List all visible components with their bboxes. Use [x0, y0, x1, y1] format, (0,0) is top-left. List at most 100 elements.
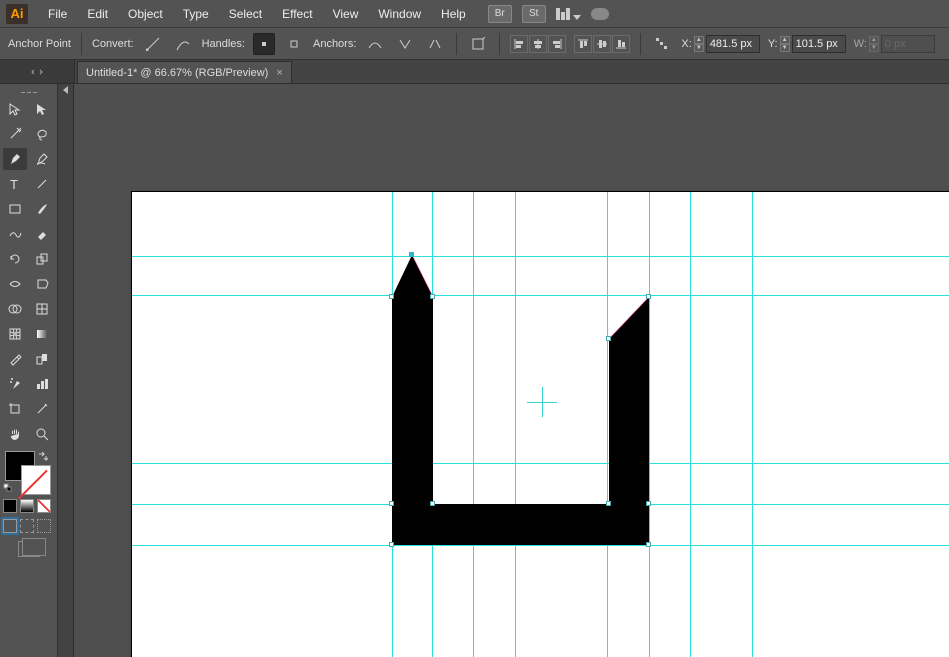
arrange-documents-icon[interactable]: [556, 8, 581, 20]
align-bottom-icon[interactable]: [612, 35, 630, 53]
pen-tool[interactable]: [3, 148, 27, 170]
remove-anchor-icon[interactable]: [364, 33, 386, 55]
w-label: W:: [854, 38, 867, 50]
color-mode-none[interactable]: [37, 499, 51, 513]
cut-path-icon[interactable]: [424, 33, 446, 55]
eyedropper-tool[interactable]: [3, 348, 27, 370]
screen-mode-button[interactable]: [3, 541, 54, 557]
anchor-point[interactable]: [389, 542, 394, 547]
w-stepper[interactable]: ▲▼: [869, 36, 879, 52]
anchor-point[interactable]: [389, 294, 394, 299]
anchor-point[interactable]: [430, 294, 435, 299]
draw-normal-icon[interactable]: [3, 519, 17, 533]
anchor-point[interactable]: [430, 501, 435, 506]
menu-type[interactable]: Type: [173, 0, 219, 28]
x-input[interactable]: [706, 35, 760, 53]
x-stepper[interactable]: ▲▼: [694, 36, 704, 52]
type-tool[interactable]: T: [3, 173, 27, 195]
magic-wand-tool[interactable]: [3, 123, 27, 145]
shape-builder-tool[interactable]: [3, 298, 27, 320]
align-vertical-set: [574, 35, 630, 53]
rotate-tool[interactable]: [3, 248, 27, 270]
sync-icon[interactable]: [591, 8, 609, 20]
fill-stroke-swatch[interactable]: [3, 451, 51, 493]
paintbrush-tool[interactable]: [30, 198, 54, 220]
line-segment-tool[interactable]: [30, 173, 54, 195]
zoom-tool[interactable]: [30, 423, 54, 445]
collapsed-dock[interactable]: [58, 84, 74, 657]
menu-help[interactable]: Help: [431, 0, 476, 28]
convert-corner-icon[interactable]: [142, 33, 164, 55]
artboard[interactable]: [132, 192, 949, 657]
align-top-icon[interactable]: [574, 35, 592, 53]
anchor-point[interactable]: [646, 542, 651, 547]
align-vcenter-icon[interactable]: [593, 35, 611, 53]
convert-label: Convert:: [92, 38, 134, 50]
anchor-point[interactable]: [389, 501, 394, 506]
dock-expand-icon[interactable]: [63, 86, 68, 94]
w-field: W: ▲▼: [854, 35, 935, 53]
free-transform-tool[interactable]: [30, 273, 54, 295]
anchor-point[interactable]: [646, 501, 651, 506]
bridge-chip[interactable]: Br: [488, 5, 512, 23]
swap-fill-stroke-icon[interactable]: [38, 451, 48, 461]
y-input[interactable]: [792, 35, 846, 53]
document-tab[interactable]: Untitled-1* @ 66.67% (RGB/Preview) ×: [77, 61, 292, 83]
isolate-icon[interactable]: [467, 33, 489, 55]
column-graph-tool[interactable]: [30, 373, 54, 395]
w-input[interactable]: [881, 35, 935, 53]
tools-collapse-header[interactable]: [0, 60, 75, 83]
mesh-tool[interactable]: [3, 323, 27, 345]
blend-tool[interactable]: [30, 348, 54, 370]
menu-object[interactable]: Object: [118, 0, 173, 28]
artboard-tool[interactable]: [3, 398, 27, 420]
canvas-area[interactable]: [74, 84, 949, 657]
anchor-point[interactable]: [606, 336, 611, 341]
symbol-sprayer-tool[interactable]: [3, 373, 27, 395]
menu-file[interactable]: File: [38, 0, 77, 28]
rectangle-tool[interactable]: [3, 198, 27, 220]
guide-vertical[interactable]: [752, 192, 753, 657]
show-handles-icon[interactable]: [253, 33, 275, 55]
lasso-tool[interactable]: [30, 123, 54, 145]
draw-inside-icon[interactable]: [37, 519, 51, 533]
stock-chip[interactable]: St: [522, 5, 546, 23]
direct-selection-tool[interactable]: [30, 98, 54, 120]
selected-path[interactable]: [392, 254, 692, 554]
tab-close-button[interactable]: ×: [276, 67, 282, 79]
color-mode-gradient[interactable]: [20, 499, 34, 513]
menu-effect[interactable]: Effect: [272, 0, 322, 28]
gradient-tool[interactable]: [30, 323, 54, 345]
anchor-point[interactable]: [606, 501, 611, 506]
menu-edit[interactable]: Edit: [77, 0, 118, 28]
align-hcenter-icon[interactable]: [529, 35, 547, 53]
tool-grid: T: [3, 98, 54, 445]
slice-tool[interactable]: [30, 398, 54, 420]
curvature-tool[interactable]: [30, 148, 54, 170]
app-logo[interactable]: Ai: [6, 4, 28, 24]
selection-tool[interactable]: [3, 98, 27, 120]
anchor-point[interactable]: [646, 294, 651, 299]
shaper-tool[interactable]: [3, 223, 27, 245]
align-left-icon[interactable]: [510, 35, 528, 53]
perspective-grid-tool[interactable]: [30, 298, 54, 320]
draw-behind-icon[interactable]: [20, 519, 34, 533]
tools-grip[interactable]: [3, 88, 54, 96]
default-fill-stroke-icon[interactable]: [3, 483, 13, 493]
width-tool[interactable]: [3, 273, 27, 295]
scale-tool[interactable]: [30, 248, 54, 270]
align-right-icon[interactable]: [548, 35, 566, 53]
hand-tool[interactable]: [3, 423, 27, 445]
color-mode-solid[interactable]: [3, 499, 17, 513]
stroke-swatch[interactable]: [21, 465, 51, 495]
reference-point-icon[interactable]: [651, 33, 673, 55]
menu-view[interactable]: View: [323, 0, 369, 28]
eraser-tool[interactable]: [30, 223, 54, 245]
menu-window[interactable]: Window: [368, 0, 431, 28]
anchor-point[interactable]: [409, 252, 414, 257]
hide-handles-icon[interactable]: [283, 33, 305, 55]
connect-anchors-icon[interactable]: [394, 33, 416, 55]
y-stepper[interactable]: ▲▼: [780, 36, 790, 52]
menu-select[interactable]: Select: [219, 0, 272, 28]
convert-smooth-icon[interactable]: [172, 33, 194, 55]
